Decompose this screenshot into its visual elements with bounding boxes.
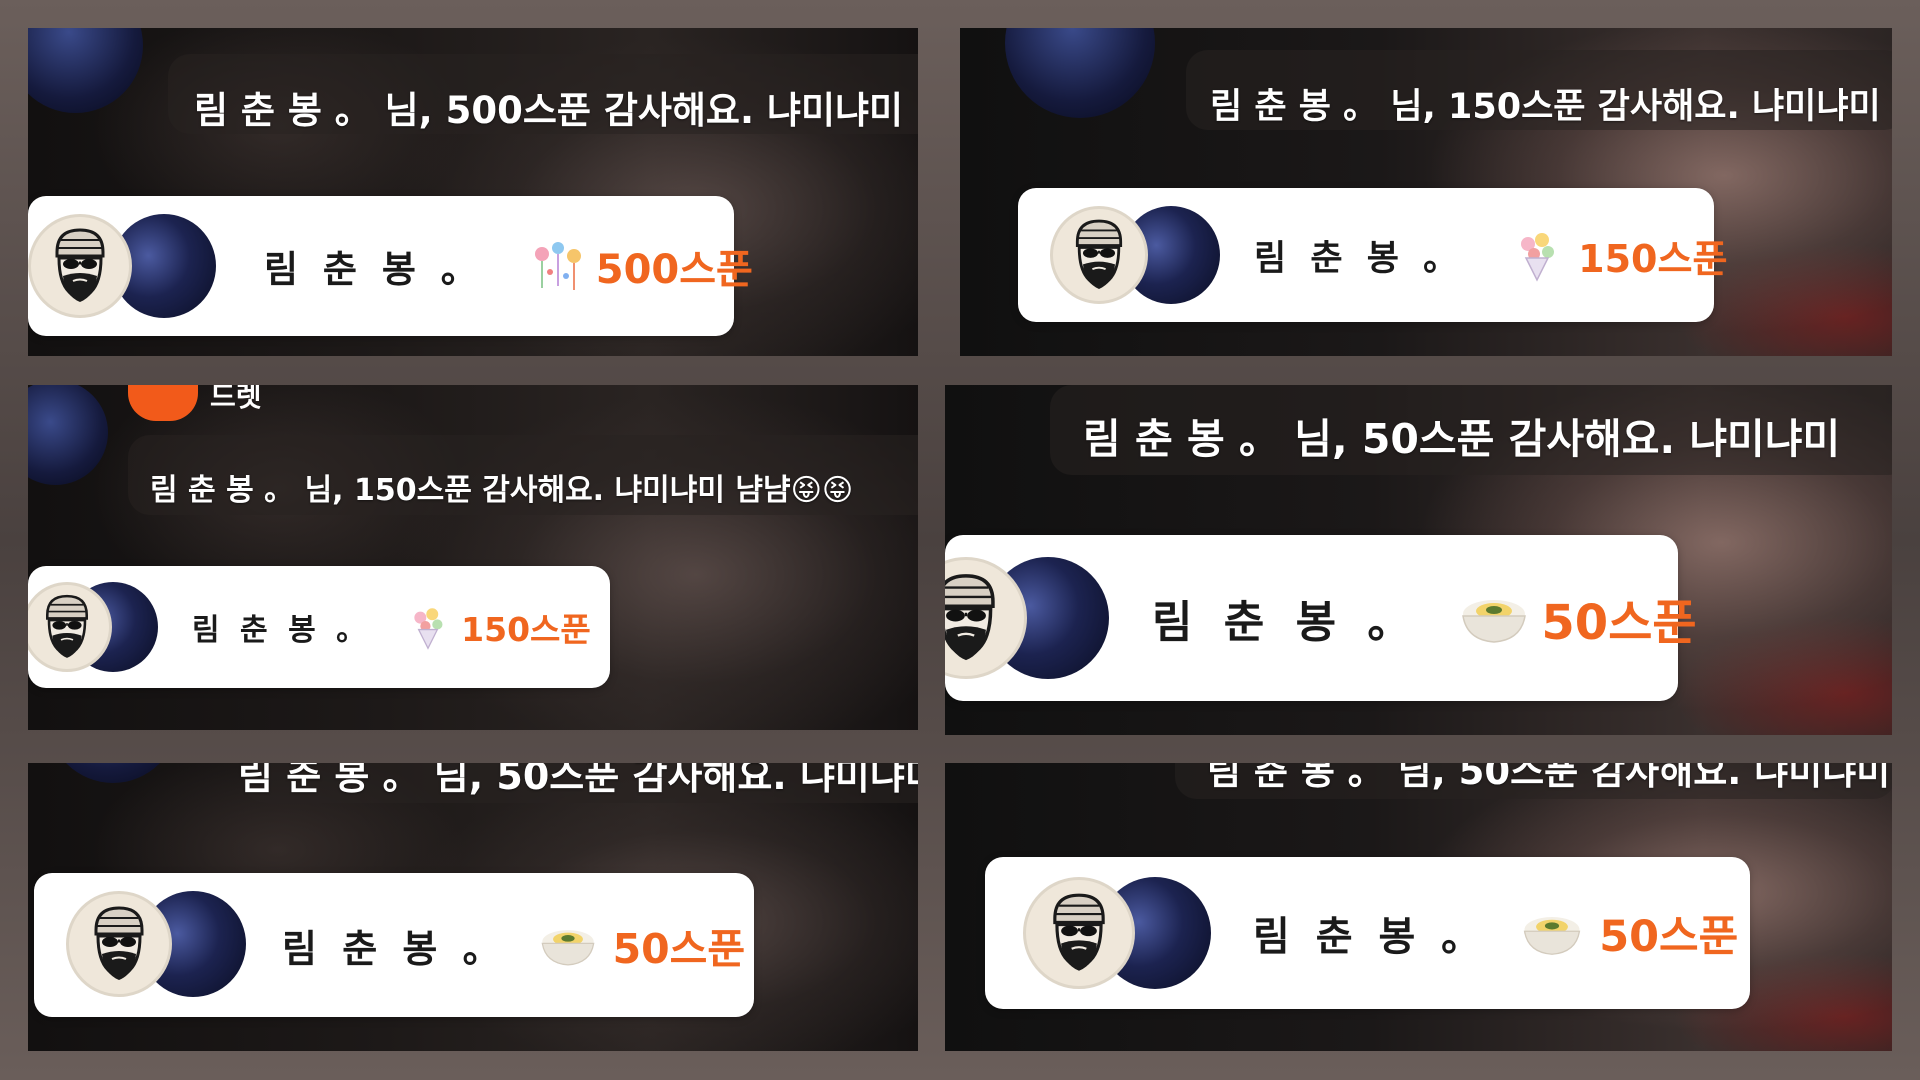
stream-panel-2: 림 춘 봉 。 님, 150스푼 감사해요. 냐미냐미 림 춘 봉 。 150스… xyxy=(960,28,1892,356)
top-label: 드렛 xyxy=(210,385,262,413)
rice-bowl-icon xyxy=(1521,908,1583,958)
stream-panel-5: 림 춘 봉 。 님, 50스푼 감사해요. 냐미냐미 림 춘 봉 。 50스푼 xyxy=(28,763,918,1051)
avatar-pair xyxy=(1050,206,1220,304)
bouquet-icon xyxy=(1510,228,1564,282)
chat-message: 림 춘 봉 。 님, 500스푼 감사해요. 냐미냐미 xyxy=(194,89,904,132)
gift-card: 림 춘 봉 。 500스푼 xyxy=(28,196,753,336)
gift-card: 림 춘 봉 。 50스푼 xyxy=(34,873,754,1017)
avatar-pair xyxy=(1023,877,1211,989)
rice-bowl-icon xyxy=(539,921,597,969)
chat-message: 림 춘 봉 。 님, 150스푼 감사해요. 냐미냐미 냠냠😝😝 xyxy=(150,473,854,508)
username: 림 춘 봉 。 xyxy=(1253,914,1488,960)
bearded-man-icon xyxy=(1075,219,1123,289)
donor-avatar xyxy=(1050,206,1148,304)
gift-card: 림 춘 봉 。 50스푼 xyxy=(985,857,1750,1009)
gift-card: 림 춘 봉 。 50스푼 xyxy=(945,535,1697,701)
gift-amount: 150스푼 xyxy=(1578,236,1728,281)
donor-avatar xyxy=(66,891,172,997)
gift-card: 림 춘 봉 。 150스푼 xyxy=(1018,188,1727,322)
stream-panel-1: 림 춘 봉 。 님, 500스푼 감사해요. 냐미냐미 림 춘 봉 。 500스… xyxy=(28,28,918,356)
donor-avatar xyxy=(1023,877,1135,989)
chat-message: 림 춘 봉 。 님, 50스푼 감사해요. 냐미냐미 xyxy=(1083,415,1841,463)
bearded-man-icon xyxy=(46,594,88,658)
gift-amount: 150스푼 xyxy=(461,610,591,649)
avatar-pair xyxy=(28,214,218,318)
username: 림 춘 봉 。 xyxy=(1152,597,1420,648)
bearded-man-icon xyxy=(55,228,105,302)
stream-panel-3: 드렛 림 춘 봉 。 님, 150스푼 감사해요. 냐미냐미 냠냠😝😝 림 춘 … xyxy=(28,385,918,730)
gift-card: 림 춘 봉 。 150스푼 xyxy=(28,566,610,688)
chat-message: 림 춘 봉 。 님, 150스푼 감사해요. 냐미냐미 xyxy=(1210,87,1881,127)
stream-panel-6: 림 춘 봉 。 님, 50스푼 감사해요. 냐미냐미 림 춘 봉 。 50스푼 xyxy=(945,763,1892,1051)
username: 림 춘 봉 。 xyxy=(192,613,372,648)
bearded-man-icon xyxy=(945,574,995,661)
gift-amount: 500스푼 xyxy=(595,247,753,293)
bearded-man-icon xyxy=(1053,893,1105,971)
bouquet-icon xyxy=(405,604,451,650)
avatar-pair xyxy=(945,557,1109,679)
avatar-pair xyxy=(28,582,158,672)
gift-amount: 50스푼 xyxy=(612,925,746,973)
rice-bowl-icon xyxy=(1459,590,1529,646)
username: 림 춘 봉 。 xyxy=(282,926,507,971)
gift-amount: 50스푼 xyxy=(1541,595,1697,651)
screenshot-collage: 림 춘 봉 。 님, 500스푼 감사해요. 냐미냐미 림 춘 봉 。 500스… xyxy=(0,0,1920,1080)
username: 림 춘 봉 。 xyxy=(264,248,484,291)
username: 림 춘 봉 。 xyxy=(1254,238,1465,279)
fireworks-icon xyxy=(528,236,588,296)
stream-panel-4: 림 춘 봉 。 님, 50스푼 감사해요. 냐미냐미 림 춘 봉 。 50스푼 xyxy=(945,385,1892,735)
chat-message: 림 춘 봉 。 님, 50스푼 감사해요. 냐미냐미 xyxy=(238,763,918,798)
donor-avatar xyxy=(28,214,132,318)
bearded-man-icon xyxy=(94,906,144,980)
gift-amount: 50스푼 xyxy=(1599,912,1739,962)
chat-message: 림 춘 봉 。 님, 50스푼 감사해요. 냐미냐미 xyxy=(1207,763,1891,793)
avatar-pair xyxy=(66,891,246,999)
